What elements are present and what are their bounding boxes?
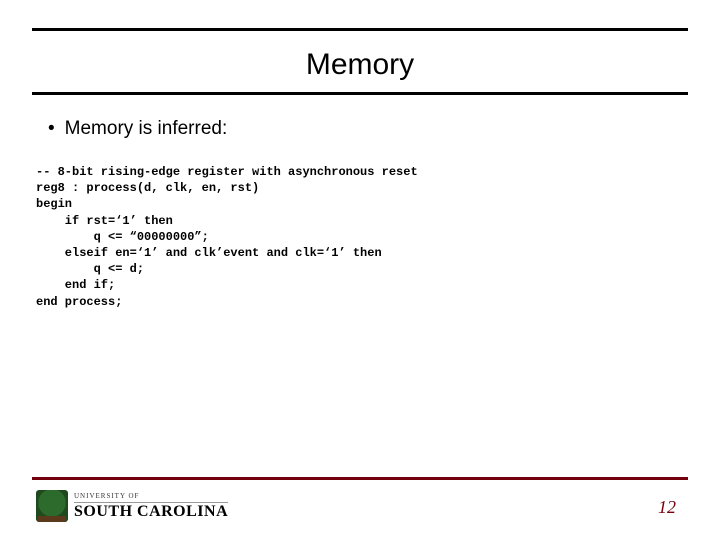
logo-tree-icon	[36, 490, 68, 522]
vhdl-code-block: -- 8-bit rising-edge register with async…	[36, 164, 418, 310]
bullet-memory-inferred: Memory is inferred:	[48, 118, 227, 140]
title-underline-rule	[32, 92, 688, 95]
logo-text: UNIVERSITY OF SOUTH CAROLINA	[74, 493, 228, 520]
footer-rule	[32, 477, 688, 480]
university-logo: UNIVERSITY OF SOUTH CAROLINA	[36, 486, 266, 526]
slide: Memory Memory is inferred: -- 8-bit risi…	[0, 0, 720, 540]
logo-main-line: SOUTH CAROLINA	[74, 504, 228, 520]
logo-top-line: UNIVERSITY OF	[74, 493, 228, 503]
slide-title: Memory	[32, 48, 688, 82]
top-rule	[32, 28, 688, 31]
page-number: 12	[658, 497, 676, 518]
